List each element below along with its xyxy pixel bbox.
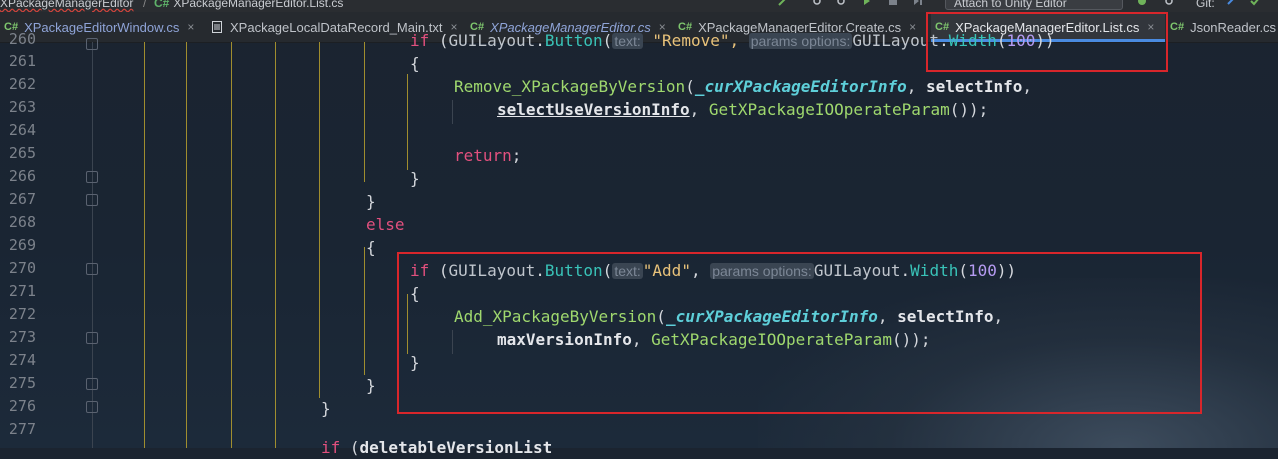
line-number: 261 — [8, 52, 36, 70]
breadcrumb-file-label: XPackageManagerEditor.List.cs — [173, 0, 344, 10]
breadcrumb-project[interactable]: XPackageManagerEditor — [0, 0, 133, 10]
settings-icon[interactable] — [1164, 0, 1174, 6]
step-icon[interactable] — [913, 0, 923, 6]
breadcrumb-file[interactable]: C# XPackageManagerEditor.List.cs — [154, 0, 343, 10]
line-number: 274 — [8, 351, 36, 369]
fold-icon[interactable] — [86, 378, 98, 390]
code-line: } — [410, 169, 420, 188]
indent-guide — [144, 42, 145, 448]
git-update-icon[interactable] — [1226, 0, 1236, 6]
code-line: } — [366, 192, 376, 211]
tab-label: JsonReader.cs — [1190, 19, 1277, 35]
indent-guide — [452, 100, 453, 124]
line-number: 275 — [8, 374, 36, 392]
code-line: { — [410, 54, 420, 73]
fold-icon[interactable] — [86, 263, 98, 275]
line-number: 273 — [8, 328, 36, 346]
csharp-file-icon: C# — [154, 0, 170, 10]
line-number: 265 — [8, 144, 36, 162]
line-number: 271 — [8, 282, 36, 300]
git-commit-icon[interactable] — [1250, 0, 1260, 6]
refresh-icon[interactable] — [836, 0, 846, 6]
indent-guide — [364, 42, 365, 182]
navigation-bar: XPackageManagerEditor / C# XPackageManage… — [0, 0, 1278, 12]
line-number: 266 — [8, 167, 36, 185]
code-line: Remove_XPackageByVersion(_curXPackageEdi… — [454, 77, 1032, 96]
fold-icon[interactable] — [86, 38, 98, 50]
code-line: return; — [454, 146, 522, 165]
stop-icon[interactable] — [888, 0, 898, 6]
highlight-box-add-block — [397, 252, 1202, 414]
line-number: 277 — [8, 420, 36, 438]
line-number: 264 — [8, 121, 36, 139]
fold-icon[interactable] — [86, 194, 98, 206]
line-number: 268 — [8, 213, 36, 231]
debug-icon[interactable] — [812, 0, 822, 6]
indent-guide — [364, 247, 365, 375]
tab-jsonreader[interactable]: C# JsonReader.cs — [1166, 12, 1278, 42]
line-number: 262 — [8, 75, 36, 93]
code-line: } — [321, 399, 331, 418]
line-number: 263 — [8, 98, 36, 116]
tab-label: XPackageEditorWindow.cs — [24, 19, 180, 35]
run-icon[interactable] — [862, 0, 872, 6]
code-line: { — [366, 238, 376, 257]
line-number: 276 — [8, 397, 36, 415]
fold-icon[interactable] — [86, 171, 98, 183]
attach-label: Attach to Unity Editor — [954, 0, 1067, 10]
hammer-icon[interactable] — [778, 0, 788, 6]
fold-icon[interactable] — [86, 332, 98, 344]
code-editor[interactable]: 260 261 262 263 264 265 266 267 268 269 … — [0, 30, 1278, 457]
highlight-box-active-tab — [926, 12, 1168, 72]
breadcrumb-separator: / — [143, 0, 147, 10]
indent-guide — [231, 42, 232, 448]
indent-guide — [275, 42, 276, 448]
attach-to-unity-dropdown[interactable]: Attach to Unity Editor — [945, 0, 1123, 10]
fold-icon[interactable] — [86, 401, 98, 413]
line-number: 260 — [8, 30, 36, 48]
code-line: } — [366, 376, 376, 395]
code-line: else — [366, 215, 405, 234]
git-label: Git: — [1196, 0, 1215, 10]
line-number: 269 — [8, 236, 36, 254]
code-line: selectUseVersionInfo, GetXPackageIOOpera… — [497, 100, 989, 119]
line-number: 267 — [8, 190, 36, 208]
close-icon[interactable]: × — [187, 20, 194, 34]
unity-icon[interactable] — [1137, 0, 1147, 6]
indent-guide — [407, 74, 408, 170]
csharp-file-icon: C# — [1170, 21, 1185, 33]
text-file-icon — [212, 21, 222, 33]
indent-guide — [319, 42, 320, 398]
line-number: 270 — [8, 259, 36, 277]
line-number: 272 — [8, 305, 36, 323]
indent-guide — [186, 42, 187, 448]
